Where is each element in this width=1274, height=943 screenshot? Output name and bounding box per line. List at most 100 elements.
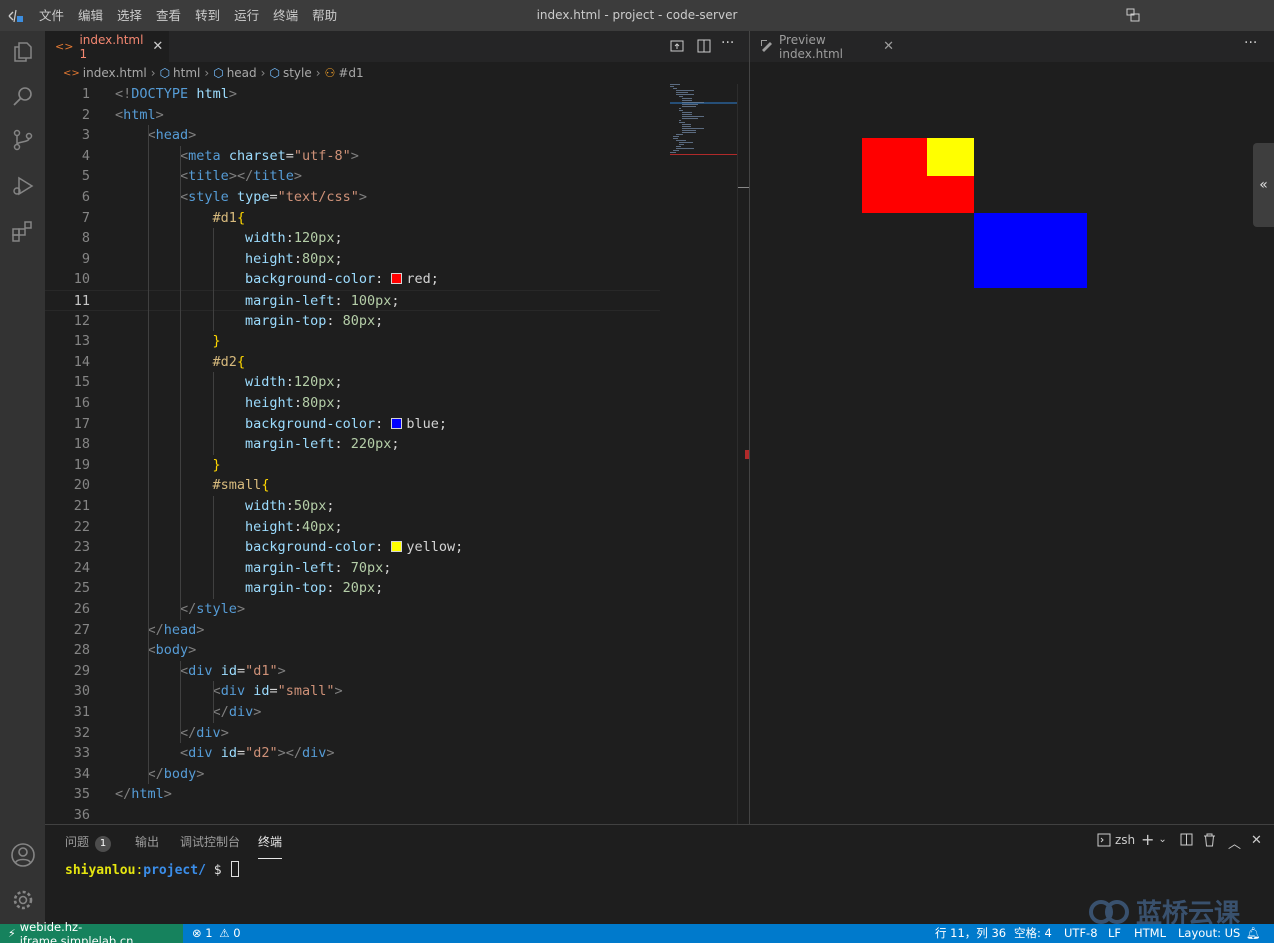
color-swatch[interactable] <box>391 541 403 553</box>
settings-gear-icon[interactable] <box>10 887 36 913</box>
code-line[interactable]: 4 <meta charset="utf-8"> <box>45 146 660 167</box>
account-icon[interactable] <box>10 842 36 868</box>
kill-terminal-button[interactable] <box>1203 833 1216 847</box>
more-actions-icon[interactable]: ··· <box>721 35 734 51</box>
language-mode[interactable]: HTML <box>1134 924 1166 943</box>
explorer-icon[interactable] <box>10 39 36 65</box>
tab-terminal[interactable]: 终端 <box>258 825 283 859</box>
source-control-icon[interactable] <box>10 127 36 153</box>
code-line[interactable]: 29 <div id="d1"> <box>45 661 660 682</box>
code-line[interactable]: 27 </head> <box>45 620 660 641</box>
shell-name: zsh <box>1115 833 1136 847</box>
code-text: <html> <box>115 106 164 123</box>
indent-guide <box>212 681 214 723</box>
code-line[interactable]: 5 <title></title> <box>45 166 660 187</box>
code-line[interactable]: 17 background-color: blue; <box>45 414 660 435</box>
tab-preview[interactable]: Preview index.html ✕ <box>750 31 904 62</box>
chevron-right-icon: › <box>260 66 266 80</box>
code-line[interactable]: 34 </body> <box>45 764 660 785</box>
close-icon[interactable]: ✕ <box>883 39 894 54</box>
extensions-icon[interactable] <box>10 218 36 244</box>
code-line[interactable]: 15 width:120px; <box>45 372 660 393</box>
menu-run[interactable]: 运行 <box>227 0 266 31</box>
encoding[interactable]: UTF-8 <box>1064 924 1098 943</box>
more-actions-icon[interactable]: ··· <box>1244 35 1257 51</box>
cursor-position[interactable]: 行 11，列 36 <box>935 924 1006 943</box>
close-icon[interactable]: ✕ <box>152 39 163 54</box>
code-line[interactable]: 11 margin-left: 100px; <box>45 290 660 311</box>
code-line[interactable]: 14 #d2{ <box>45 352 660 373</box>
code-line[interactable]: 30 <div id="small"> <box>45 681 660 702</box>
tab-debug-console[interactable]: 调试控制台 <box>180 825 240 859</box>
editor-scrollbar[interactable] <box>737 84 750 824</box>
code-line[interactable]: 1 <!DOCTYPE html> <box>45 84 660 105</box>
code-line[interactable]: 33 <div id="d2"></div> <box>45 743 660 764</box>
color-swatch[interactable] <box>391 417 403 429</box>
code-line[interactable]: 13 } <box>45 331 660 352</box>
code-server-logo-icon <box>0 0 32 31</box>
code-line[interactable]: 3 <head> <box>45 125 660 146</box>
indentation[interactable]: 空格: 4 <box>1014 924 1052 943</box>
code-line[interactable]: 23 background-color: yellow; <box>45 537 660 558</box>
code-line[interactable]: 35 </html> <box>45 784 660 805</box>
split-terminal-button[interactable] <box>1180 833 1193 846</box>
code-line[interactable]: 32 </div> <box>45 723 660 744</box>
breadcrumb-d1[interactable]: ⚇ #d1 <box>325 66 364 80</box>
code-line[interactable]: 7 #d1{ <box>45 208 660 229</box>
layout-toggle-icon[interactable] <box>1126 8 1140 25</box>
breadcrumb-head[interactable]: ⬡ head <box>213 66 256 80</box>
tab-output[interactable]: 输出 <box>135 825 159 859</box>
code-line[interactable]: 18 margin-left: 220px; <box>45 434 660 455</box>
remote-indicator[interactable]: ⚡ webide.hz-iframe.simplelab.cn <box>0 920 183 943</box>
menu-file[interactable]: 文件 <box>32 0 71 31</box>
menu-view[interactable]: 查看 <box>149 0 188 31</box>
code-line[interactable]: 9 height:80px; <box>45 249 660 270</box>
code-line[interactable]: 26 </style> <box>45 599 660 620</box>
code-line[interactable]: 10 background-color: red; <box>45 269 660 290</box>
split-editor-icon[interactable] <box>697 39 711 56</box>
menu-go[interactable]: 转到 <box>188 0 227 31</box>
line-number: 35 <box>73 786 90 803</box>
code-line[interactable]: 28 <body> <box>45 640 660 661</box>
open-preview-icon[interactable] <box>670 39 684 56</box>
code-line[interactable]: 22 height:40px; <box>45 517 660 538</box>
tab-problems[interactable]: 问题 1 <box>65 825 112 859</box>
tab-index-html[interactable]: <> index.html 1 ✕ <box>45 31 169 62</box>
code-line[interactable]: 25 margin-top: 20px; <box>45 578 660 599</box>
terminal-shell-selector[interactable]: zsh <box>1097 833 1135 847</box>
code-line[interactable]: 12 margin-top: 80px; <box>45 311 660 332</box>
code-line[interactable]: 2 <html> <box>45 105 660 126</box>
breadcrumb-html[interactable]: ⬡ html <box>160 66 201 80</box>
code-line[interactable]: 20 #small{ <box>45 475 660 496</box>
code-line[interactable]: 24 margin-left: 70px; <box>45 558 660 579</box>
menu-help[interactable]: 帮助 <box>305 0 344 31</box>
new-terminal-button[interactable]: + ⌄ <box>1141 830 1167 849</box>
breadcrumb-style[interactable]: ⬡ style <box>269 66 311 80</box>
code-line[interactable]: 16 height:80px; <box>45 393 660 414</box>
search-icon[interactable] <box>10 83 36 109</box>
terminal-output[interactable]: shiyanlou:project/ $ <box>65 861 240 880</box>
breadcrumb-file[interactable]: <> index.html <box>63 66 147 80</box>
code-line[interactable]: 19 } <box>45 455 660 476</box>
keyboard-layout[interactable]: Layout: US <box>1178 924 1240 943</box>
code-line[interactable]: 36 <box>45 805 660 824</box>
minimap[interactable] <box>670 84 738 824</box>
run-debug-icon[interactable] <box>10 173 36 199</box>
code-line[interactable]: 21 width:50px; <box>45 496 660 517</box>
menu-edit[interactable]: 编辑 <box>71 0 110 31</box>
collapse-chevron-icon[interactable]: « <box>1253 143 1274 227</box>
problems-status[interactable]: ⊗ 1 ⚠ 0 <box>192 924 241 943</box>
menu-selection[interactable]: 选择 <box>110 0 149 31</box>
code-line[interactable]: 31 </div> <box>45 702 660 723</box>
end-of-line[interactable]: LF <box>1108 924 1121 943</box>
code-editor[interactable]: 1 <!DOCTYPE html> 2 <html> 3 <head> 4 <meta c… <box>45 84 750 824</box>
line-number: 36 <box>73 807 90 823</box>
maximize-panel-button[interactable]: ︿ <box>1228 833 1241 852</box>
notifications-bell-icon[interactable]: 🔔︎ <box>1246 924 1261 943</box>
menu-terminal[interactable]: 终端 <box>266 0 305 31</box>
line-number: 6 <box>81 189 90 205</box>
color-swatch[interactable] <box>391 273 403 285</box>
code-line[interactable]: 6 <style type="text/css"> <box>45 187 660 208</box>
close-panel-button[interactable]: ✕ <box>1251 833 1262 848</box>
code-line[interactable]: 8 width:120px; <box>45 228 660 249</box>
